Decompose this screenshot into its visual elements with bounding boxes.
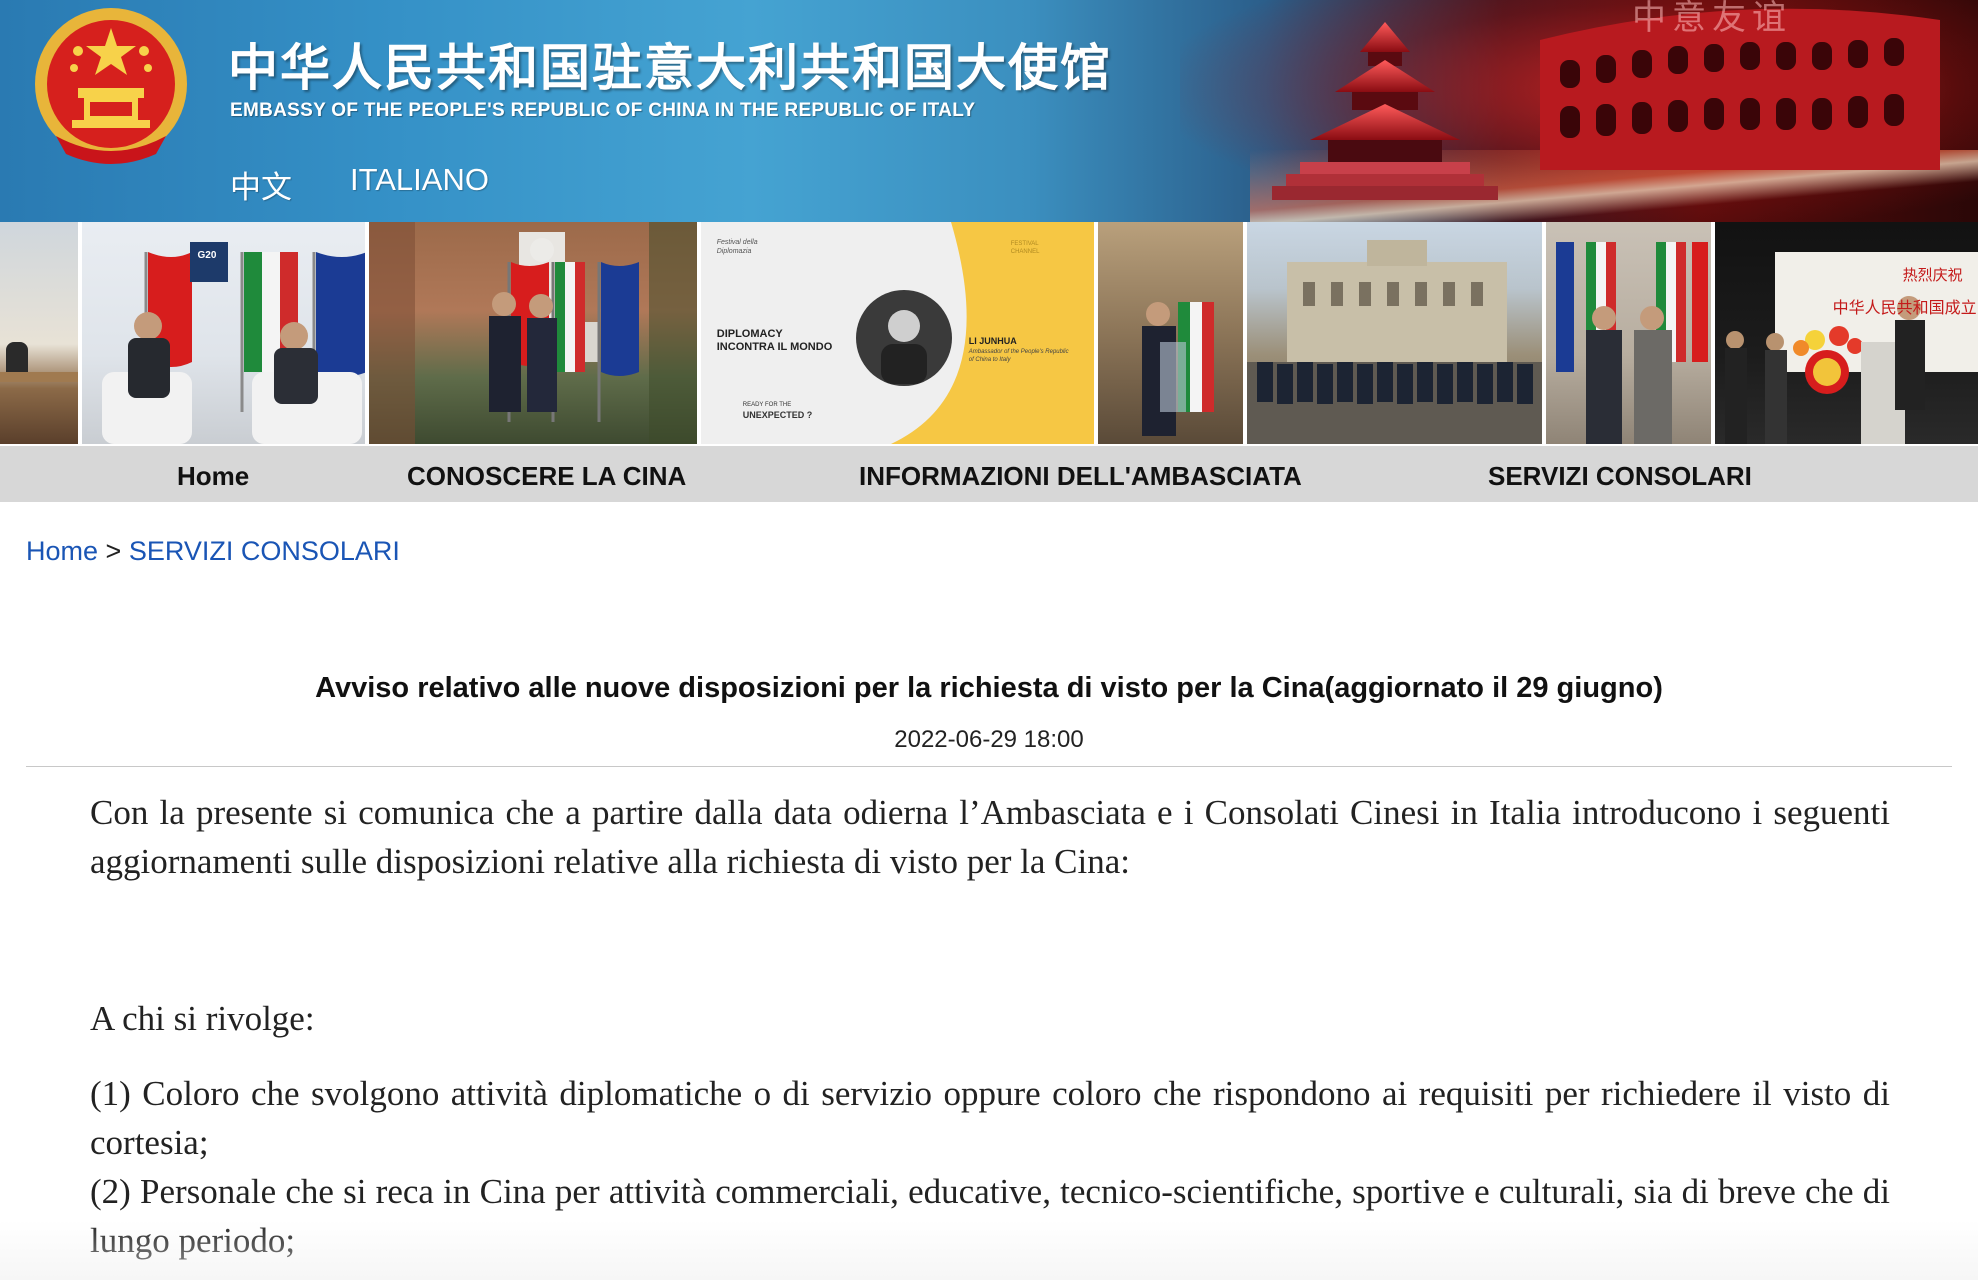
nav-servizi-consolari[interactable]: SERVIZI CONSOLARI	[1488, 461, 1752, 492]
nav-home[interactable]: Home	[177, 461, 249, 492]
breadcrumb-home-link[interactable]: Home	[26, 536, 98, 566]
photo-flags-handshake	[1545, 222, 1711, 444]
lang-chinese-link[interactable]: 中文	[230, 162, 292, 207]
festival-speaker-role: Ambassador of the People's Republic of C…	[968, 349, 1069, 363]
photo-office-interior	[0, 222, 78, 444]
breadcrumb-separator: >	[105, 536, 122, 566]
festival-ready-small: READY FOR THE	[742, 402, 792, 408]
article-date: 2022-06-29 18:00	[894, 726, 1084, 753]
photo-festival-diplomazia: Festival della Diplomazia DIPLOMACY INCO…	[700, 222, 1095, 444]
main-nav: Home CONOSCERE LA CINA INFORMAZIONI DELL…	[0, 446, 1978, 502]
temple-of-heaven-image	[1272, 22, 1498, 200]
national-emblem-icon	[35, 8, 187, 164]
photo-strip: G20 Festival della Diplomazia DIPLOMACY …	[0, 222, 1978, 444]
nav-conoscere-la-cina[interactable]: CONOSCERE LA CINA	[407, 461, 686, 492]
festival-logo-text: FESTIVAL CHANNEL	[1010, 241, 1040, 255]
photo-garden-handshake	[368, 222, 697, 444]
photo-ceremony: 热烈庆祝 中华人民共和国成立	[1714, 222, 1978, 444]
festival-tagline-text: DIPLOMACY INCONTRA IL MONDO	[716, 328, 833, 353]
site-title-english: EMBASSY OF THE PEOPLE'S REPUBLIC OF CHIN…	[230, 100, 976, 121]
language-switcher: 中文 ITALIANO	[230, 162, 489, 207]
site-title-chinese: 中华人民共和国驻意大利共和国大使馆	[228, 39, 1112, 97]
article-divider	[26, 766, 1952, 767]
festival-ready-text: UNEXPECTED ?	[742, 410, 813, 420]
article-title: Avviso relativo alle nuove disposizioni …	[315, 672, 1663, 704]
photo-podium-speech	[1098, 222, 1244, 444]
festival-speaker-name: LI JUNHUA	[968, 336, 1017, 346]
photo-g20-meeting: G20	[81, 222, 365, 444]
lang-italian-link[interactable]: ITALIANO	[350, 162, 489, 207]
breadcrumb-current-link[interactable]: SERVIZI CONSOLARI	[129, 536, 400, 566]
article-audience-label: A chi si rivolge:	[90, 999, 315, 1038]
g20-badge-text: G20	[197, 250, 217, 261]
photo-campidoglio	[1247, 222, 1542, 444]
article-body: Con la presente si comunica che a partir…	[90, 788, 1890, 1265]
article-list-item: (1) Coloro che svolgono attività diploma…	[90, 1074, 1890, 1162]
ceremony-banner-line1: 热烈庆祝	[1902, 266, 1963, 284]
nav-informazioni-ambasciata[interactable]: INFORMAZIONI DELL'AMBASCIATA	[859, 461, 1302, 492]
header-banner: 中意友谊 中华人民共和国驻意大利共和国大使馆 EMBASSY OF THE PE…	[0, 0, 1978, 222]
breadcrumb: Home > SERVIZI CONSOLARI	[26, 536, 400, 567]
article-intro-paragraph: Con la presente si comunica che a partir…	[90, 793, 1890, 881]
banner-overlay-text: 中意友谊	[1632, 0, 1792, 38]
ceremony-banner-line2: 中华人民共和国成立	[1832, 298, 1977, 317]
festival-brand-text: Festival della Diplomazia	[716, 239, 758, 255]
bottom-fade	[0, 1220, 1978, 1280]
